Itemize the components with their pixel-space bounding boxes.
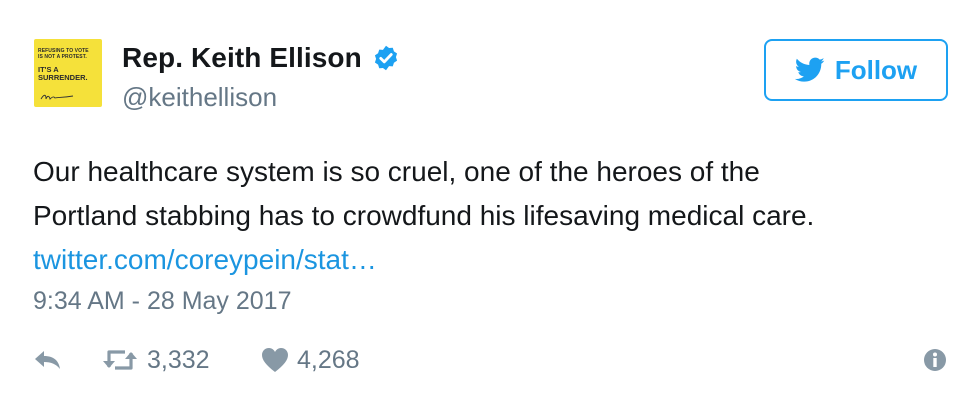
tweet-info-button[interactable]: [923, 340, 947, 380]
tweet-actions: 3,332 4,268: [33, 340, 948, 380]
avatar-line-2: IS NOT A PROTEST.: [38, 54, 87, 60]
tweet-text-line-1: Our healthcare system is so cruel, one o…: [33, 156, 760, 187]
retweet-button[interactable]: 3,332: [101, 340, 210, 380]
retweet-count: 3,332: [147, 345, 210, 374]
tweet-text: Our healthcare system is so cruel, one o…: [33, 150, 953, 282]
reply-button[interactable]: [33, 340, 63, 380]
twitter-bird-icon: [794, 57, 825, 82]
avatar-text-main: IT'S A SURRENDER.: [38, 66, 88, 82]
heart-icon: [262, 348, 288, 372]
like-count: 4,268: [297, 345, 360, 374]
avatar[interactable]: REFUSING TO VOTE IS NOT A PROTEST. IT'S …: [34, 39, 102, 107]
info-icon: [924, 349, 946, 371]
user-handle[interactable]: @keithellison: [122, 82, 277, 113]
tweet-card: REFUSING TO VOTE IS NOT A PROTEST. IT'S …: [0, 0, 980, 401]
signature-icon: [40, 94, 74, 100]
tweet-text-line-2: Portland stabbing has to crowdfund his l…: [33, 200, 815, 231]
tweet-timestamp[interactable]: 9:34 AM - 28 May 2017: [33, 287, 291, 316]
tweet-link[interactable]: twitter.com/coreypein/stat…: [33, 244, 377, 275]
retweet-icon: [103, 350, 137, 370]
follow-button[interactable]: Follow: [764, 39, 948, 101]
avatar-text-top: REFUSING TO VOTE IS NOT A PROTEST.: [38, 48, 89, 60]
reply-icon: [35, 351, 60, 369]
author-name-row: Rep. Keith Ellison: [122, 40, 400, 76]
like-button[interactable]: 4,268: [261, 340, 360, 380]
follow-button-label: Follow: [834, 54, 918, 85]
verified-badge-icon: [374, 45, 397, 71]
avatar-line-4: SURRENDER.: [38, 73, 88, 82]
display-name[interactable]: Rep. Keith Ellison: [122, 42, 362, 74]
